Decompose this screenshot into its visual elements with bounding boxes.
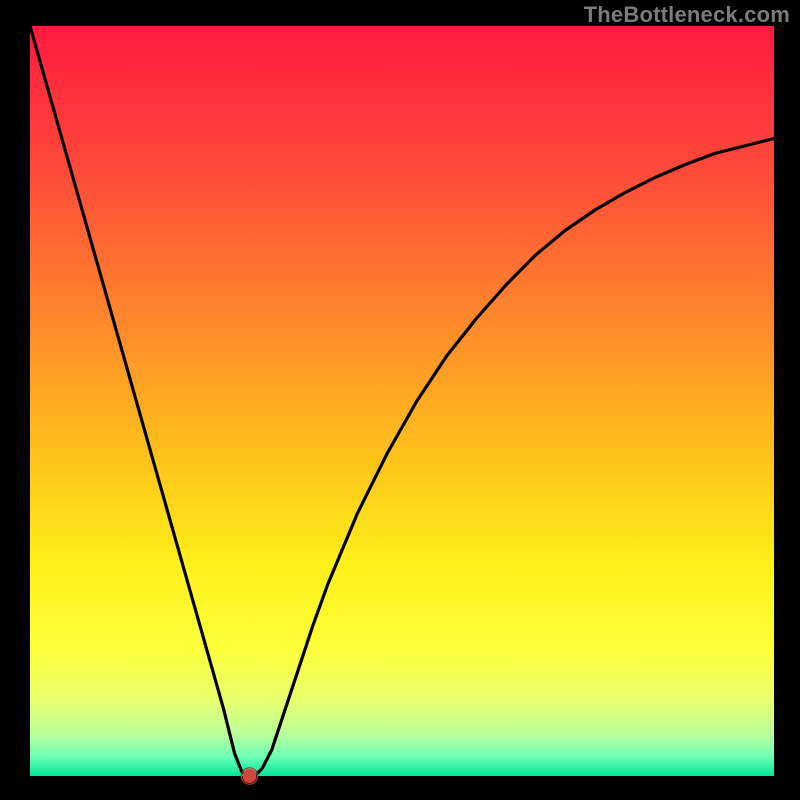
- chart-frame: TheBottleneck.com: [0, 0, 800, 800]
- plot-background: [30, 26, 774, 776]
- bottleneck-chart: [0, 0, 800, 800]
- watermark-text: TheBottleneck.com: [584, 2, 790, 28]
- optimal-point-marker: [242, 769, 256, 783]
